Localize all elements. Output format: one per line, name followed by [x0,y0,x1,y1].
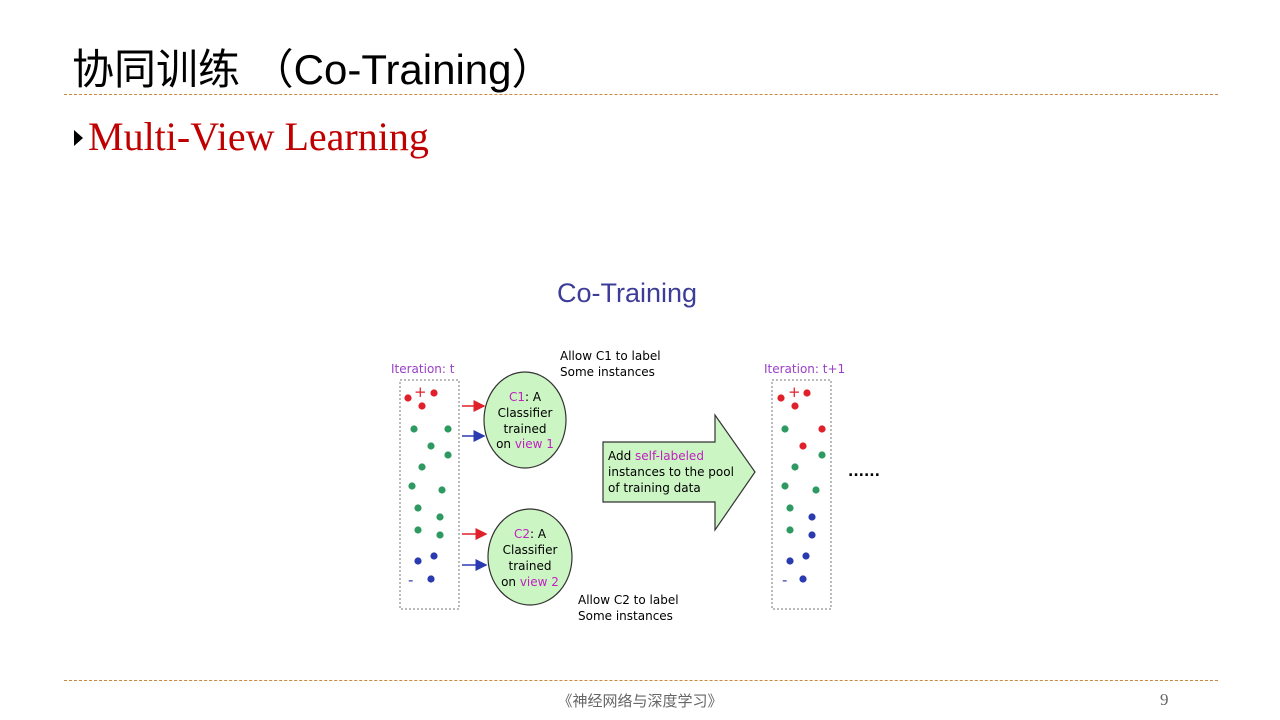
right-pool-box [771,379,832,610]
left-positive-dot [404,394,412,402]
right-unlabeled-dot [781,482,789,490]
classifier-c2 [487,508,573,606]
right-unlabeled-dot [781,425,789,433]
right-unlabeled-dot [812,486,820,494]
right-negative-dot [786,557,794,565]
arrow-line3: of training data [608,481,701,495]
c1-line4: on view 1 [496,437,554,451]
left-unlabeled-dot [410,425,418,433]
footer-book-title: 《神经网络与深度学习》 [557,692,723,710]
page-number: 9 [1160,690,1169,709]
footer-divider [64,680,1218,681]
left-unlabeled-dot [414,526,422,534]
right-instance-dots [777,389,826,583]
left-unlabeled-dot [414,504,422,512]
c1-line1: C1: A [509,390,542,404]
left-instance-dots [404,389,452,583]
classifier-c1 [483,371,567,469]
right-positive-dot [803,389,811,397]
right-unlabeled-dot [791,463,799,471]
left-unlabeled-dot [418,463,426,471]
allow-c1-line1: Allow C1 to label [560,349,661,363]
right-unlabeled-dot [786,526,794,534]
continuation-ellipsis: ...... [848,464,880,480]
right-negative-dot [799,575,807,583]
arrow-line1: Add self-labeled [608,449,704,463]
left-plus-sign: + [414,383,427,401]
left-unlabeled-dot [436,531,444,539]
c2-line4: on view 2 [501,575,559,589]
c2-line2: Classifier [503,543,558,557]
allow-c2-line2: Some instances [578,609,673,623]
right-negative-dot [808,513,816,521]
left-positive-dot [418,402,426,410]
right-unlabeled-dot [818,451,826,459]
left-minus-sign: - [408,571,413,589]
allow-c2-line1: Allow C2 to label [578,593,679,607]
right-minus-sign: - [782,571,787,589]
c1-line2: Classifier [498,406,553,420]
c2-line1: C2: A [514,527,547,541]
right-negative-dot [808,531,816,539]
left-unlabeled-dot [444,451,452,459]
right-positive-dot [791,402,799,410]
right-plus-sign: + [788,383,801,401]
left-positive-dot [430,389,438,397]
c2-line3: trained [509,559,552,573]
left-unlabeled-dot [444,425,452,433]
right-positive-dot [777,394,785,402]
right-negative-dot [802,552,810,560]
right-positive-dot [799,442,807,450]
left-pool-label: Iteration: t [391,362,455,376]
left-unlabeled-dot [427,442,435,450]
arrow-line2: instances to the pool [608,465,734,479]
allow-c1-line2: Some instances [560,365,655,379]
right-pool-label: Iteration: t+1 [764,362,845,376]
co-training-diagram: Iteration: t + - Iteration: t+1 + - C1: … [391,349,880,623]
right-positive-dot [818,425,826,433]
left-negative-dot [427,575,435,583]
right-unlabeled-dot [786,504,794,512]
c1-line3: trained [504,422,547,436]
left-negative-dot [414,557,422,565]
left-negative-dot [430,552,438,560]
left-unlabeled-dot [436,513,444,521]
left-unlabeled-dot [438,486,446,494]
left-unlabeled-dot [408,482,416,490]
